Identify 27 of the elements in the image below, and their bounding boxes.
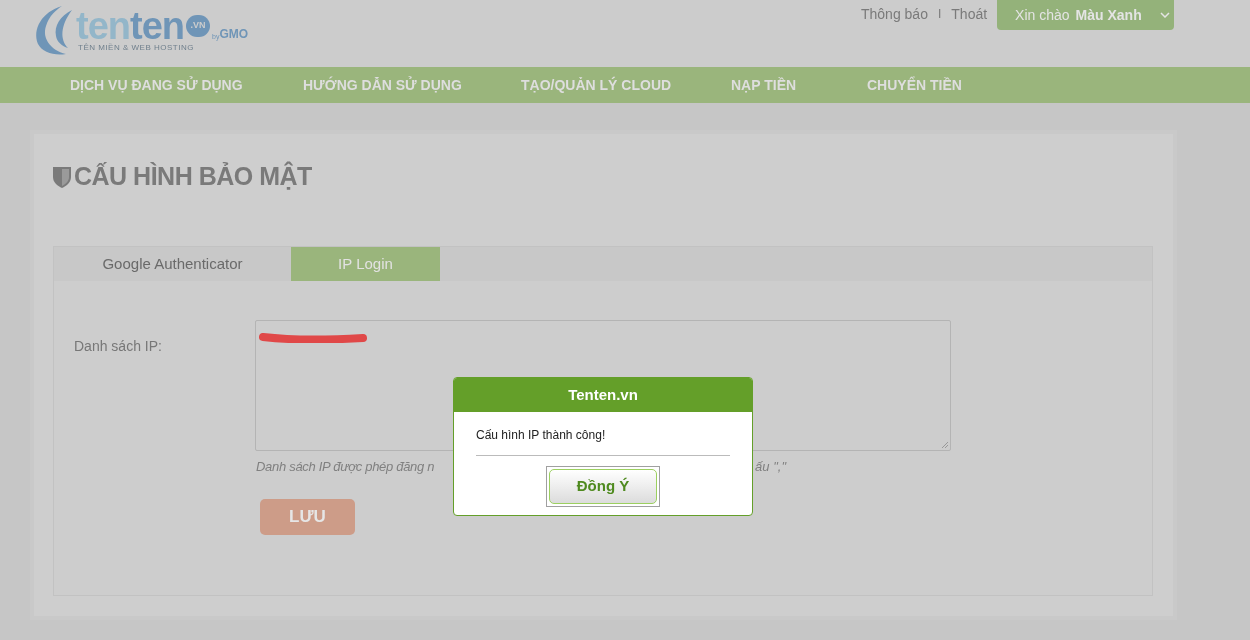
resize-grip-icon: [941, 441, 948, 448]
nav-item[interactable]: NẠP TIỀN: [731, 74, 867, 96]
ok-button[interactable]: Đồng Ý: [549, 469, 657, 504]
nav-item[interactable]: TẠO/QUẢN LÝ CLOUD: [521, 74, 731, 96]
nav-item[interactable]: DỊCH VỤ ĐANG SỬ DỤNG: [70, 74, 303, 96]
chevron-down-icon: [1159, 12, 1170, 18]
user-menu-button[interactable]: Xin chào Màu Xanh: [997, 0, 1175, 30]
notifications-link[interactable]: Thông báo: [861, 4, 928, 25]
field-label: Danh sách IP:: [74, 337, 162, 356]
logo-tagline: TÊN MIỀN & WEB HOSTING: [78, 43, 195, 52]
link-separator: I: [937, 6, 942, 23]
logo-company: GMO: [219, 26, 249, 43]
logo-wordmark: ten: [130, 9, 184, 43]
dialog-title: Tenten.vn: [568, 384, 638, 405]
hint-text: Danh sách IP được phép đăng n: [256, 458, 435, 476]
save-button[interactable]: LƯU: [260, 499, 355, 535]
shield-icon: [52, 164, 72, 189]
tab[interactable]: Google Authenticator: [54, 247, 291, 281]
tab[interactable]: IP Login: [291, 247, 440, 281]
dialog-message: Cấu hình IP thành công!: [476, 427, 607, 444]
logo-wordmark: ten: [76, 9, 130, 43]
nav-item[interactable]: HƯỚNG DẪN SỬ DỤNG: [303, 74, 521, 96]
logout-link[interactable]: Thoát: [951, 4, 988, 25]
logo-badge: .VN: [186, 15, 210, 37]
page-title: CẤU HÌNH BẢO MẬT: [74, 160, 312, 192]
hint-text: ấu ",": [755, 458, 786, 476]
nav-item[interactable]: CHUYỂN TIỀN: [867, 74, 987, 96]
